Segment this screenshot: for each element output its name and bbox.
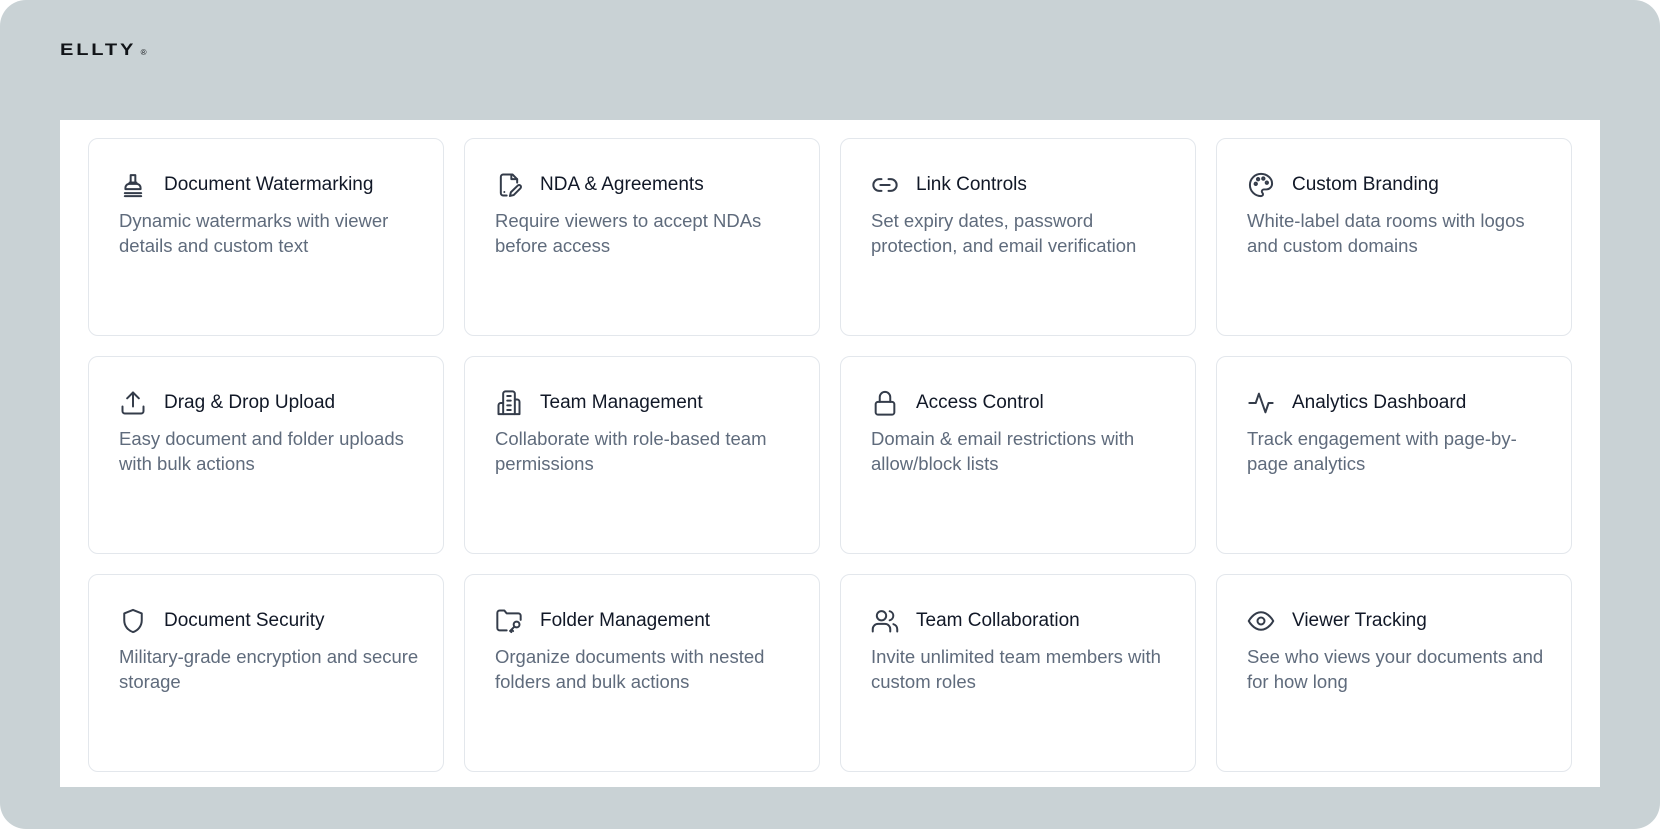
upload-icon	[119, 389, 147, 417]
feature-card-access-control: Access Control Domain & email restrictio…	[840, 356, 1196, 554]
page-frame: ELLTY ® Document Watermarking Dynamic wa…	[0, 0, 1660, 829]
feature-description: Organize documents with nested folders a…	[495, 646, 765, 692]
feature-card-team-collaboration: Team Collaboration Invite unlimited team…	[840, 574, 1196, 772]
feature-description: Set expiry dates, password protection, a…	[871, 210, 1137, 256]
palette-icon	[1247, 171, 1275, 199]
ellty-logo[interactable]: ELLTY ®	[60, 38, 146, 58]
feature-title: Folder Management	[540, 610, 711, 631]
link-icon	[871, 171, 899, 199]
feature-description: White-label data rooms with logos and cu…	[1247, 210, 1525, 256]
feature-title: Document Security	[164, 610, 325, 631]
building-icon	[495, 389, 523, 417]
feature-title: Custom Branding	[1292, 174, 1439, 195]
feature-title: Document Watermarking	[164, 174, 374, 195]
feature-card-custom-branding: Custom Branding White-label data rooms w…	[1216, 138, 1572, 336]
feature-description: Easy document and folder uploads with bu…	[119, 428, 404, 474]
feature-title: Team Collaboration	[916, 610, 1080, 631]
feature-card-nda-agreements: NDA & Agreements Require viewers to acce…	[464, 138, 820, 336]
stamp-icon	[119, 171, 147, 199]
feature-description: Collaborate with role-based team permiss…	[495, 428, 767, 474]
activity-icon	[1247, 389, 1275, 417]
feature-card-document-security: Document Security Military-grade encrypt…	[88, 574, 444, 772]
logo-wordmark: ELLTY	[60, 40, 137, 59]
feature-description: Domain & email restrictions with allow/b…	[871, 428, 1135, 474]
feature-title: Team Management	[540, 392, 703, 413]
lock-icon	[871, 389, 899, 417]
feature-title: Link Controls	[916, 174, 1027, 195]
shield-icon	[119, 607, 147, 635]
feature-title: Analytics Dashboard	[1292, 392, 1467, 413]
feature-description: Invite unlimited team members with custo…	[871, 646, 1161, 692]
feature-title: Viewer Tracking	[1292, 610, 1427, 631]
feature-description: Track engagement with page-by-page analy…	[1247, 428, 1517, 474]
feature-card-document-watermarking: Document Watermarking Dynamic watermarks…	[88, 138, 444, 336]
feature-card-viewer-tracking: Viewer Tracking See who views your docum…	[1216, 574, 1572, 772]
feature-title: Drag & Drop Upload	[164, 392, 336, 413]
feature-description: Military-grade encryption and secure sto…	[119, 646, 419, 692]
features-grid: Document Watermarking Dynamic watermarks…	[88, 138, 1572, 772]
feature-title: Access Control	[916, 392, 1044, 413]
feature-description: See who views your documents and for how…	[1247, 646, 1544, 692]
users-icon	[871, 607, 899, 635]
eye-icon	[1247, 607, 1275, 635]
feature-card-folder-management: Folder Management Organize documents wit…	[464, 574, 820, 772]
folder-key-icon	[495, 607, 523, 635]
feature-description: Dynamic watermarks with viewer details a…	[119, 210, 389, 256]
registered-mark: ®	[140, 48, 147, 57]
features-panel: Document Watermarking Dynamic watermarks…	[60, 120, 1600, 787]
file-signature-icon	[495, 171, 523, 199]
feature-description: Require viewers to accept NDAs before ac…	[495, 210, 762, 256]
feature-card-link-controls: Link Controls Set expiry dates, password…	[840, 138, 1196, 336]
feature-card-team-management: Team Management Collaborate with role-ba…	[464, 356, 820, 554]
feature-card-analytics-dashboard: Analytics Dashboard Track engagement wit…	[1216, 356, 1572, 554]
feature-card-drag-drop-upload: Drag & Drop Upload Easy document and fol…	[88, 356, 444, 554]
feature-title: NDA & Agreements	[540, 174, 704, 195]
